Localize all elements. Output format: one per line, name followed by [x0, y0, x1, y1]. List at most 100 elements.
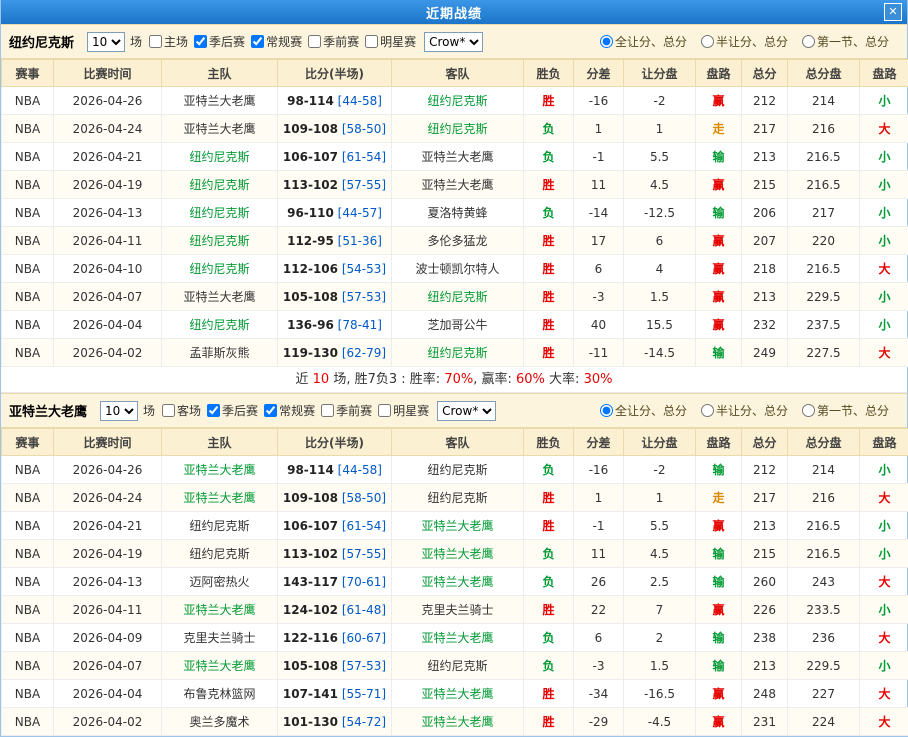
cell-handicap-line: 4.5	[624, 171, 696, 199]
cell-handicap-line: 7	[624, 596, 696, 624]
cell-date: 2026-04-24	[54, 115, 162, 143]
cell-home-team: 亚特兰大老鹰	[162, 484, 278, 512]
cell-total-points: 215	[742, 540, 788, 568]
cell-handicap-result: 输	[696, 652, 742, 680]
cell-date: 2026-04-02	[54, 708, 162, 736]
cell-total-line: 216	[788, 115, 860, 143]
cell-over-under: 小	[860, 596, 908, 624]
cell-point-diff: -29	[574, 708, 624, 736]
cell-handicap-result: 输	[696, 456, 742, 484]
filter-checkbox[interactable]: 明星赛	[365, 33, 416, 50]
checkbox-input[interactable]	[321, 404, 334, 417]
close-icon[interactable]: ✕	[884, 3, 902, 21]
radio-input[interactable]	[600, 35, 613, 48]
checkbox-input[interactable]	[194, 35, 207, 48]
radio-option[interactable]: 半让分、总分	[701, 402, 788, 419]
game-row: NBA2026-04-11亚特兰大老鹰124-102 [61-48]克里夫兰骑士…	[2, 596, 908, 624]
cell-handicap-result: 赢	[696, 227, 742, 255]
cell-away-team: 亚特兰大老鹰	[392, 540, 524, 568]
game-row: NBA2026-04-09克里夫兰骑士122-116 [60-67]亚特兰大老鹰…	[2, 624, 908, 652]
cell-result: 胜	[524, 227, 574, 255]
filter-checkbox[interactable]: 季前赛	[308, 33, 359, 50]
cell-total-line: 217	[788, 199, 860, 227]
half-score: [44-58]	[338, 463, 382, 477]
home-team-name: 纽约尼克斯	[189, 262, 249, 276]
cell-away-team: 纽约尼克斯	[392, 456, 524, 484]
home-team-name: 克里夫兰骑士	[183, 631, 255, 645]
cell-point-diff: 1	[574, 115, 624, 143]
titlebar: 近期战绩 ✕	[1, 0, 907, 24]
cell-total-points: 238	[742, 624, 788, 652]
radio-label: 半让分、总分	[716, 402, 788, 419]
checkbox-input[interactable]	[365, 35, 378, 48]
half-score: [57-53]	[342, 290, 386, 304]
odds-filter-select[interactable]: Crow*	[424, 32, 483, 52]
games-suffix-label: 场	[130, 33, 142, 50]
radio-input[interactable]	[802, 35, 815, 48]
cell-point-diff: 22	[574, 596, 624, 624]
filter-checkbox[interactable]: 明星赛	[378, 402, 429, 419]
radio-input[interactable]	[701, 404, 714, 417]
filter-checkbox[interactable]: 常规赛	[251, 33, 302, 50]
cell-result: 胜	[524, 87, 574, 115]
summary-segment: , 赢率:	[473, 372, 516, 387]
away-team-name: 亚特兰大老鹰	[421, 715, 493, 729]
filter-checkbox[interactable]: 客场	[162, 402, 201, 419]
game-row: NBA2026-04-26亚特兰大老鹰98-114 [44-58]纽约尼克斯负-…	[2, 456, 908, 484]
games-count-select[interactable]: 10	[100, 401, 138, 421]
cell-league: NBA	[2, 115, 54, 143]
cell-league: NBA	[2, 283, 54, 311]
cell-away-team: 纽约尼克斯	[392, 283, 524, 311]
radio-input[interactable]	[701, 35, 714, 48]
cell-league: NBA	[2, 255, 54, 283]
cell-total-points: 217	[742, 484, 788, 512]
cell-handicap-line: -16.5	[624, 680, 696, 708]
away-team-name: 亚特兰大老鹰	[421, 150, 493, 164]
filter-checkbox[interactable]: 常规赛	[264, 402, 315, 419]
cell-league: NBA	[2, 568, 54, 596]
radio-option[interactable]: 第一节、总分	[802, 402, 889, 419]
radio-label: 全让分、总分	[615, 33, 687, 50]
checkbox-input[interactable]	[162, 404, 175, 417]
odds-filter-select[interactable]: Crow*	[437, 401, 496, 421]
cell-over-under: 大	[860, 624, 908, 652]
games-count-select[interactable]: 10	[87, 32, 125, 52]
radio-option[interactable]: 全让分、总分	[600, 402, 687, 419]
cell-date: 2026-04-07	[54, 283, 162, 311]
cell-point-diff: 11	[574, 171, 624, 199]
cell-handicap-result: 赢	[696, 596, 742, 624]
checkbox-input[interactable]	[207, 404, 220, 417]
cell-point-diff: -34	[574, 680, 624, 708]
checkbox-input[interactable]	[378, 404, 391, 417]
column-header: 客队	[392, 429, 524, 456]
checkbox-input[interactable]	[149, 35, 162, 48]
cell-total-line: 236	[788, 624, 860, 652]
filter-checkbox[interactable]: 季后赛	[207, 402, 258, 419]
cell-total-line: 229.5	[788, 283, 860, 311]
column-header: 比赛时间	[54, 429, 162, 456]
radio-option[interactable]: 半让分、总分	[701, 33, 788, 50]
radio-input[interactable]	[600, 404, 613, 417]
radio-option[interactable]: 第一节、总分	[802, 33, 889, 50]
cell-handicap-line: 2	[624, 624, 696, 652]
cell-total-points: 260	[742, 568, 788, 596]
cell-over-under: 小	[860, 227, 908, 255]
game-row: NBA2026-04-19纽约尼克斯113-102 [57-55]亚特兰大老鹰负…	[2, 540, 908, 568]
home-team-name: 亚特兰大老鹰	[183, 122, 255, 136]
radio-option[interactable]: 全让分、总分	[600, 33, 687, 50]
checkbox-label: 客场	[177, 402, 201, 419]
checkbox-input[interactable]	[308, 35, 321, 48]
checkbox-input[interactable]	[264, 404, 277, 417]
filter-checkbox[interactable]: 主场	[149, 33, 188, 50]
half-score: [51-36]	[338, 234, 382, 248]
cell-score: 101-130 [54-72]	[278, 708, 392, 736]
filter-checkbox[interactable]: 季后赛	[194, 33, 245, 50]
radio-group: 全让分、总分 半让分、总分第一节、总分	[600, 402, 899, 419]
game-row: NBA2026-04-26亚特兰大老鹰98-114 [44-58]纽约尼克斯胜-…	[2, 87, 908, 115]
filter-checkbox[interactable]: 季前赛	[321, 402, 372, 419]
cell-home-team: 纽约尼克斯	[162, 255, 278, 283]
radio-input[interactable]	[802, 404, 815, 417]
cell-total-points: 232	[742, 311, 788, 339]
checkbox-input[interactable]	[251, 35, 264, 48]
cell-home-team: 克里夫兰骑士	[162, 624, 278, 652]
